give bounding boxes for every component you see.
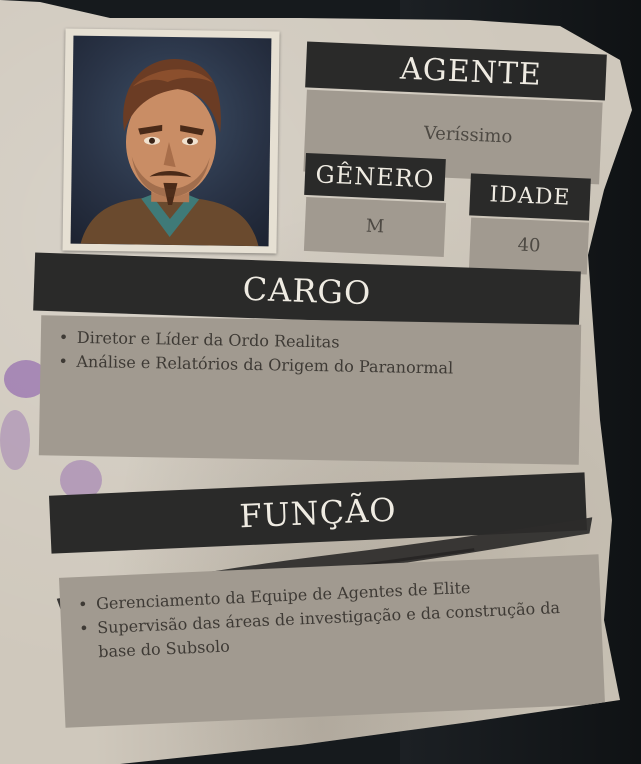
age-label-header: IDADE (469, 173, 591, 221)
gender-label: GÊNERO (314, 160, 436, 194)
ink-stain (0, 410, 30, 470)
age-field: 40 (468, 217, 590, 275)
cargo-field: Diretor e Líder da Ordo Realitas Análise… (38, 315, 582, 465)
gender-value: M (365, 215, 385, 238)
agent-name-value: Veríssimo (423, 122, 513, 148)
funcao-field: Gerenciamento da Equipe de Agentes de El… (58, 554, 606, 728)
agent-portrait-icon (80, 59, 259, 247)
gender-label-header: GÊNERO (304, 152, 446, 202)
agent-portrait-icon (70, 35, 272, 247)
cargo-list: Diretor e Líder da Ordo Realitas Análise… (40, 315, 581, 382)
portrait-frame (62, 28, 280, 254)
gender-field: M (303, 196, 447, 258)
dossier-paper: AGENTE Veríssimo GÊNERO M IDADE 40 CARGO… (0, 0, 632, 764)
age-value: 40 (517, 234, 541, 257)
age-label: IDADE (489, 182, 571, 211)
